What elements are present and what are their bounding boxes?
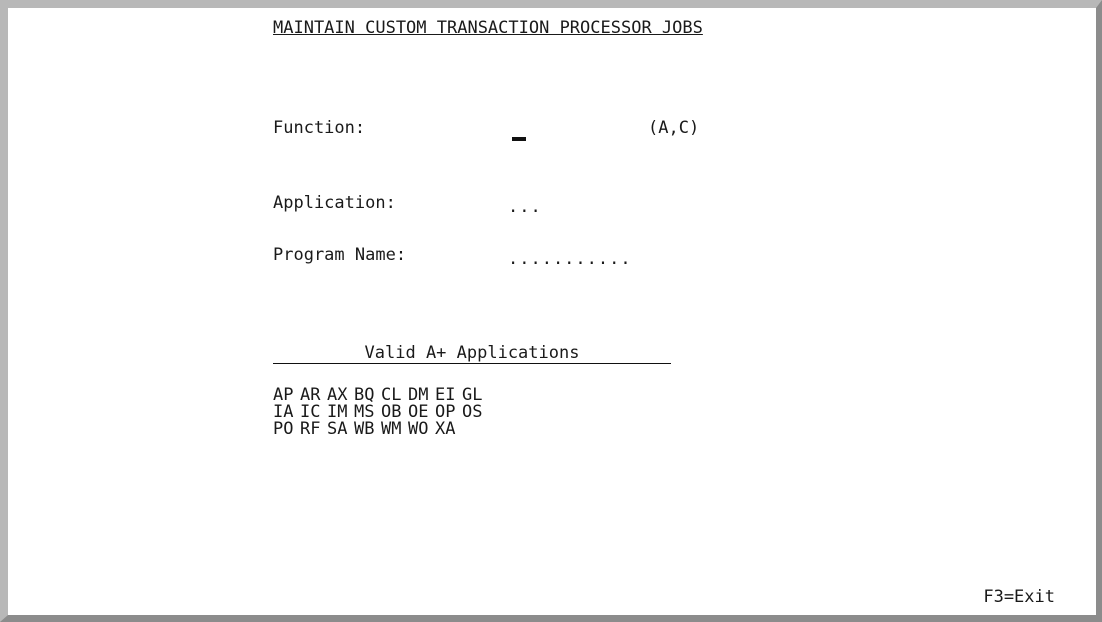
function-hint: (A,C) xyxy=(648,118,700,138)
screen-title: MAINTAIN CUSTOM TRANSACTION PROCESSOR JO… xyxy=(273,18,703,38)
valid-apps-grid: AP AR AX BQ CL DM EI GL IA IC IM MS OB O… xyxy=(273,387,489,438)
function-label: Function: xyxy=(273,118,366,138)
application-input[interactable]: ... xyxy=(508,197,542,217)
app-code: WM xyxy=(381,419,402,439)
function-input[interactable] xyxy=(512,137,526,141)
valid-apps-heading: Valid A+ Applications xyxy=(273,343,671,364)
program-name-label: Program Name: xyxy=(273,245,407,265)
program-name-input[interactable]: ........... xyxy=(508,249,632,269)
f3-exit-key[interactable]: F3=Exit xyxy=(983,587,1055,607)
app-code: WO xyxy=(408,419,429,439)
app-code: OS xyxy=(462,402,483,422)
valid-apps-row: PO RF SA WB WM WO XA xyxy=(273,421,489,438)
app-code: XA xyxy=(435,419,456,439)
app-code: SA xyxy=(327,419,348,439)
app-code: WB xyxy=(354,419,375,439)
app-code: RF xyxy=(300,419,321,439)
application-label: Application: xyxy=(273,193,396,213)
app-code: PO xyxy=(273,419,294,439)
valid-apps-heading-text: Valid A+ Applications xyxy=(364,343,580,363)
terminal-window xyxy=(0,0,1102,622)
